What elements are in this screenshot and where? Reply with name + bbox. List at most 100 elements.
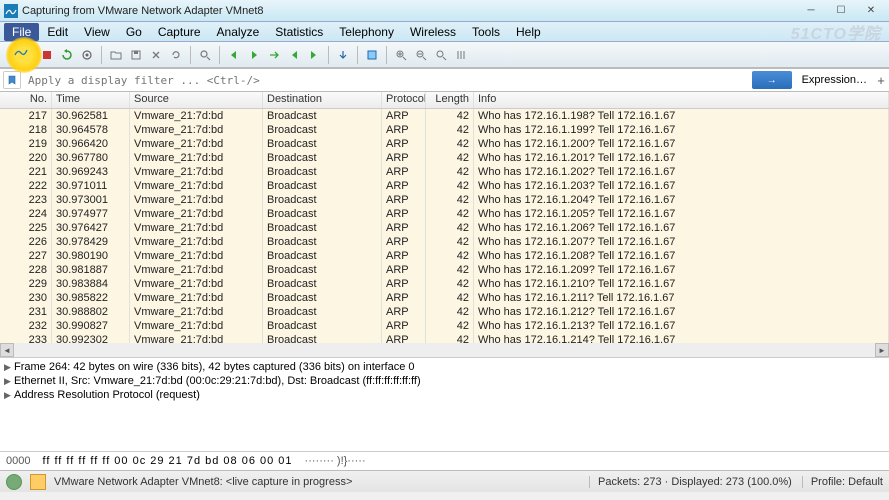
capture-options-button[interactable] <box>78 46 96 64</box>
packet-list-body[interactable]: 21730.962581Vmware_21:7d:bdBroadcastARP4… <box>0 109 889 358</box>
minimize-button[interactable]: ─ <box>797 3 825 19</box>
close-button[interactable]: ✕ <box>857 3 885 19</box>
column-header-no[interactable]: No. <box>0 92 52 108</box>
packet-row[interactable]: 22130.969243Vmware_21:7d:bdBroadcastARP4… <box>0 165 889 179</box>
cell-info: Who has 172.16.1.200? Tell 172.16.1.67 <box>474 137 889 151</box>
go-forward-button[interactable] <box>245 46 263 64</box>
packet-row[interactable]: 22230.971011Vmware_21:7d:bdBroadcastARP4… <box>0 179 889 193</box>
packet-row[interactable]: 22730.980190Vmware_21:7d:bdBroadcastARP4… <box>0 249 889 263</box>
cell-source: Vmware_21:7d:bd <box>130 179 263 193</box>
detail-row[interactable]: ▶Ethernet II, Src: Vmware_21:7d:bd (00:0… <box>0 374 889 388</box>
zoom-out-button[interactable] <box>412 46 430 64</box>
capture-status-icon[interactable] <box>6 474 22 490</box>
cell-length: 42 <box>426 305 474 319</box>
packet-row[interactable]: 23030.985822Vmware_21:7d:bdBroadcastARP4… <box>0 291 889 305</box>
go-last-button[interactable] <box>305 46 323 64</box>
open-file-button[interactable] <box>107 46 125 64</box>
packet-row[interactable]: 21930.966420Vmware_21:7d:bdBroadcastARP4… <box>0 137 889 151</box>
packet-row[interactable]: 22930.983884Vmware_21:7d:bdBroadcastARP4… <box>0 277 889 291</box>
status-profile[interactable]: Profile: Default <box>802 476 883 488</box>
scroll-track[interactable] <box>14 343 875 357</box>
cell-protocol: ARP <box>382 179 426 193</box>
add-filter-button[interactable]: + <box>873 73 889 88</box>
cell-no: 224 <box>0 207 52 221</box>
column-header-protocol[interactable]: Protocol <box>382 92 426 108</box>
menu-tools[interactable]: Tools <box>464 23 508 41</box>
cell-length: 42 <box>426 235 474 249</box>
menu-capture[interactable]: Capture <box>150 23 209 41</box>
cell-no: 223 <box>0 193 52 207</box>
cell-destination: Broadcast <box>263 263 382 277</box>
packet-row[interactable]: 22030.967780Vmware_21:7d:bdBroadcastARP4… <box>0 151 889 165</box>
column-header-info[interactable]: Info <box>474 92 889 108</box>
menu-go[interactable]: Go <box>118 23 150 41</box>
cell-destination: Broadcast <box>263 165 382 179</box>
column-header-length[interactable]: Length <box>426 92 474 108</box>
go-back-button[interactable] <box>225 46 243 64</box>
packet-list-pane: No. Time Source Destination Protocol Len… <box>0 92 889 358</box>
packet-row[interactable]: 22830.981887Vmware_21:7d:bdBroadcastARP4… <box>0 263 889 277</box>
hex-pane[interactable]: 0000 ff ff ff ff ff ff 00 0c 29 21 7d bd… <box>0 452 889 470</box>
reload-button[interactable] <box>167 46 185 64</box>
menu-analyze[interactable]: Analyze <box>209 23 268 41</box>
cell-time: 30.983884 <box>52 277 130 291</box>
bookmark-filter-button[interactable] <box>3 71 21 89</box>
resize-columns-button[interactable] <box>452 46 470 64</box>
maximize-button[interactable]: ☐ <box>827 3 855 19</box>
cell-time: 30.990827 <box>52 319 130 333</box>
cell-info: Who has 172.16.1.199? Tell 172.16.1.67 <box>474 123 889 137</box>
column-header-source[interactable]: Source <box>130 92 263 108</box>
packet-row[interactable]: 22430.974977Vmware_21:7d:bdBroadcastARP4… <box>0 207 889 221</box>
packet-row[interactable]: 21730.962581Vmware_21:7d:bdBroadcastARP4… <box>0 109 889 123</box>
cell-protocol: ARP <box>382 319 426 333</box>
menubar: File Edit View Go Capture Analyze Statis… <box>0 22 889 42</box>
menu-help[interactable]: Help <box>508 23 549 41</box>
cell-destination: Broadcast <box>263 137 382 151</box>
close-file-button[interactable] <box>147 46 165 64</box>
menu-view[interactable]: View <box>76 23 118 41</box>
scroll-right-button[interactable]: ► <box>875 343 889 357</box>
expand-icon[interactable]: ▶ <box>4 362 14 373</box>
expert-info-icon[interactable] <box>30 474 46 490</box>
detail-row[interactable]: ▶Address Resolution Protocol (request) <box>0 388 889 402</box>
expand-icon[interactable]: ▶ <box>4 390 14 401</box>
cell-source: Vmware_21:7d:bd <box>130 305 263 319</box>
display-filter-input[interactable] <box>24 72 748 89</box>
zoom-in-button[interactable] <box>392 46 410 64</box>
start-capture-button[interactable] <box>12 43 30 61</box>
expression-button[interactable]: Expression… <box>796 74 873 86</box>
menu-statistics[interactable]: Statistics <box>267 23 331 41</box>
auto-scroll-button[interactable] <box>334 46 352 64</box>
go-to-packet-button[interactable] <box>265 46 283 64</box>
cell-source: Vmware_21:7d:bd <box>130 221 263 235</box>
cell-length: 42 <box>426 179 474 193</box>
scroll-left-button[interactable]: ◄ <box>0 343 14 357</box>
packet-row[interactable]: 21830.964578Vmware_21:7d:bdBroadcastARP4… <box>0 123 889 137</box>
cell-length: 42 <box>426 249 474 263</box>
packet-row[interactable]: 22330.973001Vmware_21:7d:bdBroadcastARP4… <box>0 193 889 207</box>
cell-length: 42 <box>426 123 474 137</box>
detail-row[interactable]: ▶Frame 264: 42 bytes on wire (336 bits),… <box>0 360 889 374</box>
packet-row[interactable]: 23130.988802Vmware_21:7d:bdBroadcastARP4… <box>0 305 889 319</box>
zoom-reset-button[interactable] <box>432 46 450 64</box>
apply-filter-button[interactable]: → <box>752 71 792 89</box>
cell-time: 30.964578 <box>52 123 130 137</box>
packet-details-pane[interactable]: ▶Frame 264: 42 bytes on wire (336 bits),… <box>0 358 889 452</box>
find-button[interactable] <box>196 46 214 64</box>
packet-row[interactable]: 22530.976427Vmware_21:7d:bdBroadcastARP4… <box>0 221 889 235</box>
cell-source: Vmware_21:7d:bd <box>130 151 263 165</box>
horizontal-scrollbar[interactable]: ◄ ► <box>0 343 889 357</box>
column-header-destination[interactable]: Destination <box>263 92 382 108</box>
menu-telephony[interactable]: Telephony <box>331 23 402 41</box>
menu-wireless[interactable]: Wireless <box>402 23 464 41</box>
colorize-button[interactable] <box>363 46 381 64</box>
expand-icon[interactable]: ▶ <box>4 376 14 387</box>
save-file-button[interactable] <box>127 46 145 64</box>
restart-capture-button[interactable] <box>58 46 76 64</box>
packet-row[interactable]: 22630.978429Vmware_21:7d:bdBroadcastARP4… <box>0 235 889 249</box>
column-header-time[interactable]: Time <box>52 92 130 108</box>
cell-info: Who has 172.16.1.213? Tell 172.16.1.67 <box>474 319 889 333</box>
packet-row[interactable]: 23230.990827Vmware_21:7d:bdBroadcastARP4… <box>0 319 889 333</box>
go-first-button[interactable] <box>285 46 303 64</box>
menu-edit[interactable]: Edit <box>39 23 76 41</box>
